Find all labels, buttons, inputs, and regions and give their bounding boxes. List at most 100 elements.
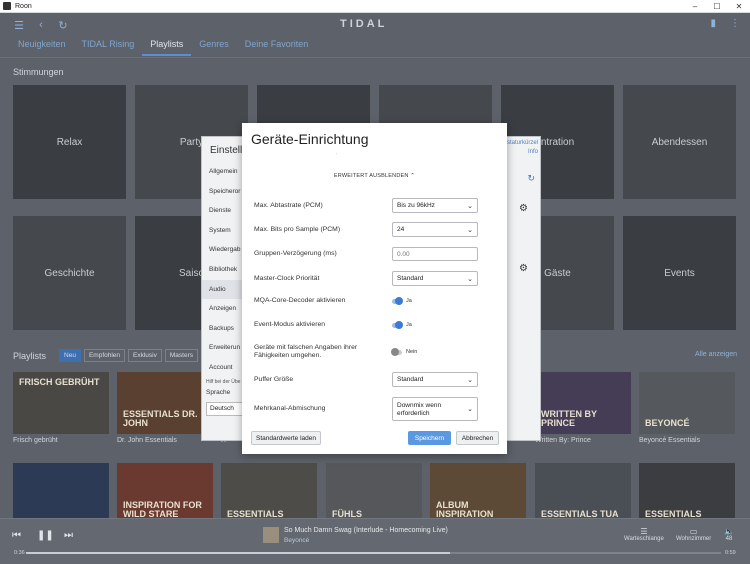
settings-item-wiedergabe[interactable]: Wiedergab <box>202 240 244 260</box>
max-rate-select[interactable]: Bis zu 96kHz ⌄ <box>392 198 478 213</box>
playlist-cover[interactable]: ESSENTIALS TUA <box>535 463 631 525</box>
chip-exklusiv[interactable]: Exklusiv <box>128 349 162 362</box>
settings-item-speicherorte[interactable]: Speicheror <box>202 182 244 202</box>
settings-item-anzeigen[interactable]: Anzeigen <box>202 299 244 319</box>
settings-item-backups[interactable]: Backups <box>202 319 244 339</box>
load-defaults-button[interactable]: Standardwerte laden <box>251 431 321 445</box>
next-track-icon[interactable]: ⏭ <box>64 530 73 541</box>
playlist-label[interactable]: Written By: Prince <box>535 437 591 444</box>
save-button[interactable]: Speichern <box>408 431 451 445</box>
playlist-cover[interactable]: FÜHLS <box>326 463 422 525</box>
mqa-toggle[interactable]: Ja <box>392 297 412 305</box>
refresh-icon[interactable]: ↻ <box>527 173 535 184</box>
chip-masters[interactable]: Masters <box>164 349 198 362</box>
playlist-label[interactable]: Frisch gebrüht <box>13 437 58 444</box>
event-mode-toggle[interactable]: Ja <box>392 321 412 329</box>
pause-icon[interactable]: ❚❚ <box>37 530 54 541</box>
zone-button[interactable]: ▭ Wohnzimmer <box>676 527 711 542</box>
settings-sidebar: Allgemein Speicheror Dienste System Wied… <box>202 162 244 378</box>
tab-favoriten[interactable]: Deine Favoriten <box>237 39 317 56</box>
cover-text: BEYONCÉ <box>645 418 690 428</box>
now-playing-artwork[interactable] <box>263 527 279 543</box>
minimize-button[interactable]: – <box>684 0 706 13</box>
playlist-cover[interactable]: BEYONCÉ <box>639 372 735 434</box>
progress-fill <box>26 552 450 554</box>
playlist-cover[interactable]: ALBUM INSPIRATION <box>430 463 526 525</box>
shortcuts-link[interactable]: staturkürzel <box>507 139 538 148</box>
device-settings-gear-icon[interactable]: ⚙ <box>519 263 528 274</box>
toggle-advanced-button[interactable]: ERWEITERT AUSBLENDEN ⌃ <box>242 173 507 179</box>
settings-item-bibliothek[interactable]: Bibliothek <box>202 260 244 280</box>
playlist-cover[interactable]: ESSENTIALS <box>639 463 735 525</box>
chevron-down-icon: ⌄ <box>467 406 473 413</box>
row-event-mode: Event-Modus aktivieren Ja <box>254 321 482 329</box>
row-false-caps: Geräte mit falschen Angaben ihrer Fähigk… <box>254 344 482 360</box>
mood-tile[interactable]: Geschichte <box>13 216 126 330</box>
show-all-link[interactable]: Alle anzeigen <box>695 351 737 358</box>
group-delay-input[interactable] <box>392 247 478 261</box>
chip-neu[interactable]: Neu <box>59 349 81 362</box>
cover-text: FRISCH GEBRÜHT <box>19 377 100 387</box>
mood-tile[interactable]: Abendessen <box>623 85 736 199</box>
settings-item-dienste[interactable]: Dienste <box>202 201 244 221</box>
tab-neuigkeiten[interactable]: Neuigkeiten <box>10 39 74 56</box>
device-setup-dialog: Geräte-Einrichtung . ERWEITERT AUSBLENDE… <box>242 123 507 454</box>
info-link[interactable]: Info <box>507 148 538 157</box>
playlist-cover[interactable]: ESSENTIALS DR. JOHN <box>117 372 213 434</box>
buffer-label: Puffer Größe <box>254 375 294 383</box>
playlist-label[interactable]: Beyoncé Essentials <box>639 437 700 444</box>
settings-item-erweiterungen[interactable]: Erweiterun <box>202 338 244 358</box>
language-select[interactable]: Deutsch <box>206 402 244 416</box>
tab-genres[interactable]: Genres <box>191 39 237 56</box>
mood-tile[interactable]: Relax <box>13 85 126 199</box>
row-mqa: MQA-Core-Decoder aktivieren Ja <box>254 297 482 305</box>
refresh-icon[interactable]: ↻ <box>52 19 74 32</box>
master-clock-select[interactable]: Standard ⌄ <box>392 271 478 286</box>
mqa-toggle-state: Ja <box>406 298 412 304</box>
playlist-cover[interactable]: ESSENTIALS <box>221 463 317 525</box>
false-caps-label: Geräte mit falschen Angaben ihrer Fähigk… <box>254 344 358 359</box>
chip-empfohlen[interactable]: Empfohlen <box>83 349 126 362</box>
playlist-cover[interactable]: WRITTEN BY Prince <box>535 372 631 434</box>
playlist-cover[interactable] <box>13 463 109 525</box>
mood-tile-label: Geschichte <box>44 267 95 279</box>
settings-item-system[interactable]: System <box>202 221 244 241</box>
volume-button[interactable]: 🔈 48 <box>724 527 734 542</box>
mood-tile[interactable]: Events <box>623 216 736 330</box>
bookmark-icon[interactable]: ▮ <box>710 18 716 29</box>
false-caps-toggle[interactable]: Nein <box>391 348 417 356</box>
settings-item-account[interactable]: Account <box>202 358 244 378</box>
previous-track-icon[interactable]: ⏮ <box>12 530 21 541</box>
buffer-select[interactable]: Standard ⌄ <box>392 372 478 387</box>
progress-bar[interactable] <box>26 552 721 554</box>
max-bits-select[interactable]: 24 ⌄ <box>392 222 478 237</box>
maximize-button[interactable]: ☐ <box>706 0 728 13</box>
playlist-label[interactable]: Dr. John Essentials <box>117 437 177 444</box>
toggle-advanced-label: ERWEITERT AUSBLENDEN <box>333 173 409 179</box>
more-menu-icon[interactable]: ⋮ <box>730 18 740 29</box>
max-rate-label: Max. Abtastrate (PCM) <box>254 201 323 209</box>
elapsed-time: 0:36 <box>14 550 25 556</box>
playlist-cover[interactable]: FRISCH GEBRÜHT <box>13 372 109 434</box>
tab-playlists[interactable]: Playlists <box>142 39 192 56</box>
translation-help-link[interactable]: Hilf bei der Übe <box>206 379 240 385</box>
playlists-title: Playlists <box>13 350 47 361</box>
settings-item-allgemein[interactable]: Allgemein <box>202 162 244 182</box>
playlist-cover[interactable]: INSPIRATION FOR WILD STARE <box>117 463 213 525</box>
downmix-label: Mehrkanal-Abmischung <box>254 405 326 412</box>
cover-text: WRITTEN BY Prince <box>541 409 597 428</box>
downmix-select[interactable]: Downmix wenn erforderlich ⌄ <box>392 397 478 421</box>
chevron-down-icon: ⌄ <box>467 276 473 283</box>
mood-tile-label: Gäste <box>544 267 571 279</box>
settings-item-audio[interactable]: Audio <box>202 279 244 300</box>
back-arrow-icon[interactable]: ‹ <box>30 19 52 31</box>
tab-tidal-rising[interactable]: TIDAL Rising <box>74 39 143 56</box>
now-playing-artist[interactable]: Beyoncé <box>284 537 309 544</box>
queue-button[interactable]: ☰ Warteschlange <box>624 527 664 542</box>
cancel-button[interactable]: Abbrechen <box>456 431 499 445</box>
roon-app-icon <box>3 2 11 10</box>
close-window-button[interactable]: ✕ <box>728 0 750 13</box>
now-playing-title[interactable]: So Much Damn Swag (Interlude - Homecomin… <box>284 527 448 534</box>
device-settings-gear-icon[interactable]: ⚙ <box>519 203 528 214</box>
hamburger-menu-icon[interactable]: ☰ <box>8 19 30 32</box>
